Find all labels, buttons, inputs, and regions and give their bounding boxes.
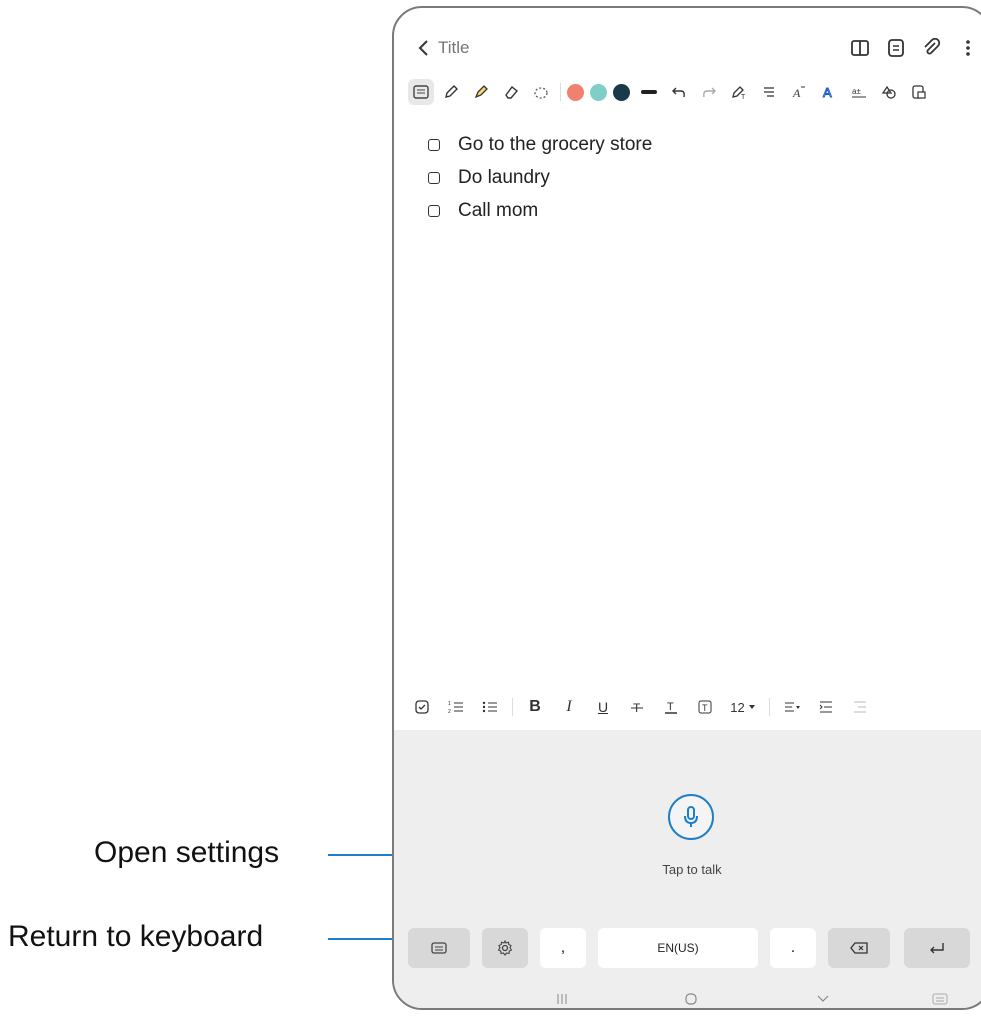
gear-icon (497, 940, 513, 956)
text-background-icon[interactable]: T (693, 694, 717, 720)
annotation-open-settings: Open settings (94, 836, 280, 869)
bold-button[interactable]: B (523, 694, 547, 720)
title-input[interactable] (438, 38, 558, 58)
strikethrough-icon[interactable]: T (625, 694, 649, 720)
page-view-icon[interactable] (884, 36, 908, 60)
format-divider (512, 698, 513, 716)
lasso-icon[interactable] (528, 79, 554, 105)
bullet-list-icon[interactable] (478, 694, 502, 720)
highlighter-icon[interactable] (468, 79, 494, 105)
color-swatch-navy[interactable] (613, 83, 630, 101)
color-swatch-teal[interactable] (590, 83, 607, 101)
checkbox[interactable] (428, 204, 440, 217)
underline-button[interactable]: U (591, 694, 615, 720)
return-to-keyboard-button[interactable] (408, 928, 470, 968)
color-swatch-coral[interactable] (567, 83, 584, 101)
pen-icon[interactable] (438, 79, 464, 105)
tap-to-talk-label: Tap to talk (662, 862, 722, 877)
keyboard-mode-icon[interactable] (408, 79, 434, 105)
checklist-item[interactable]: Call mom (428, 194, 652, 227)
recent-apps-icon (557, 994, 567, 1004)
text-resize-icon[interactable]: A (786, 79, 812, 105)
pen-to-text-icon[interactable]: T (726, 79, 752, 105)
align-dropdown-icon[interactable] (780, 694, 804, 720)
outdent-icon[interactable] (848, 694, 872, 720)
tablet-frame: T A A a± Go to the grocery store Do laun… (392, 6, 981, 1010)
checklist-icon[interactable] (410, 694, 434, 720)
checkbox[interactable] (428, 138, 440, 151)
backspace-button[interactable] (828, 928, 890, 968)
svg-text:1: 1 (448, 701, 451, 707)
microphone-button[interactable] (668, 794, 714, 840)
checklist-text: Call mom (458, 199, 539, 221)
svg-text:A: A (792, 86, 801, 100)
enter-icon (930, 943, 944, 954)
svg-text:T: T (667, 701, 674, 713)
svg-text:A: A (823, 85, 832, 100)
note-body[interactable]: Go to the grocery store Do laundry Call … (428, 128, 652, 227)
text-effect-icon[interactable]: A (816, 79, 842, 105)
period-key[interactable]: . (770, 928, 816, 968)
microphone-icon (684, 806, 698, 827)
recent-apps-button[interactable] (556, 992, 568, 1008)
pen-thickness-icon[interactable] (636, 79, 662, 105)
keyboard-switch-button[interactable] (932, 992, 948, 1008)
enter-button[interactable] (904, 928, 970, 968)
settings-button[interactable] (482, 928, 528, 968)
comma-key[interactable]: , (540, 928, 586, 968)
dropdown-arrow-icon (748, 705, 755, 709)
checklist-text: Do laundry (458, 166, 550, 188)
backspace-icon (850, 942, 868, 954)
redo-icon[interactable] (696, 79, 722, 105)
svg-text:2: 2 (448, 709, 451, 714)
pen-toolbar: T A A a± (408, 78, 936, 106)
straighten-icon[interactable] (756, 79, 782, 105)
checklist-item[interactable]: Do laundry (428, 161, 652, 194)
back-icon[interactable] (412, 36, 436, 60)
indent-icon[interactable] (814, 694, 838, 720)
note-header (394, 30, 981, 68)
keyboard-icon (932, 993, 948, 1005)
attach-icon[interactable] (920, 36, 944, 60)
format-divider (769, 698, 770, 716)
svg-text:a±: a± (852, 87, 861, 96)
shape-icon[interactable] (876, 79, 902, 105)
text-color-icon[interactable]: T (659, 694, 683, 720)
chevron-down-icon (817, 995, 829, 1002)
space-key[interactable]: EN(US) (598, 928, 758, 968)
annotation-return-to-keyboard: Return to keyboard (8, 920, 264, 953)
svg-text:T: T (702, 703, 708, 713)
font-size-value: 12 (730, 699, 745, 715)
svg-text:T: T (741, 94, 746, 100)
home-button[interactable] (684, 992, 698, 1008)
numbered-list-icon[interactable]: 12 (444, 694, 468, 720)
checkbox[interactable] (428, 171, 440, 184)
spell-check-icon[interactable]: a± (846, 79, 872, 105)
italic-button[interactable]: I (557, 694, 581, 720)
undo-icon[interactable] (666, 79, 692, 105)
book-view-icon[interactable] (848, 36, 872, 60)
lock-page-icon[interactable] (906, 79, 932, 105)
keyboard-icon (431, 942, 447, 954)
font-size-dropdown[interactable]: 12 (727, 694, 759, 720)
checklist-item[interactable]: Go to the grocery store (428, 128, 652, 161)
home-icon (685, 993, 697, 1005)
hide-keyboard-button[interactable] (816, 992, 830, 1008)
checklist-text: Go to the grocery store (458, 133, 653, 155)
format-toolbar: 12 B I U T T T 12 (410, 694, 882, 720)
eraser-icon[interactable] (498, 79, 524, 105)
more-options-icon[interactable] (956, 36, 980, 60)
voice-input-panel: Tap to talk , EN(US) . (394, 730, 981, 1008)
toolbar-divider (560, 83, 561, 101)
